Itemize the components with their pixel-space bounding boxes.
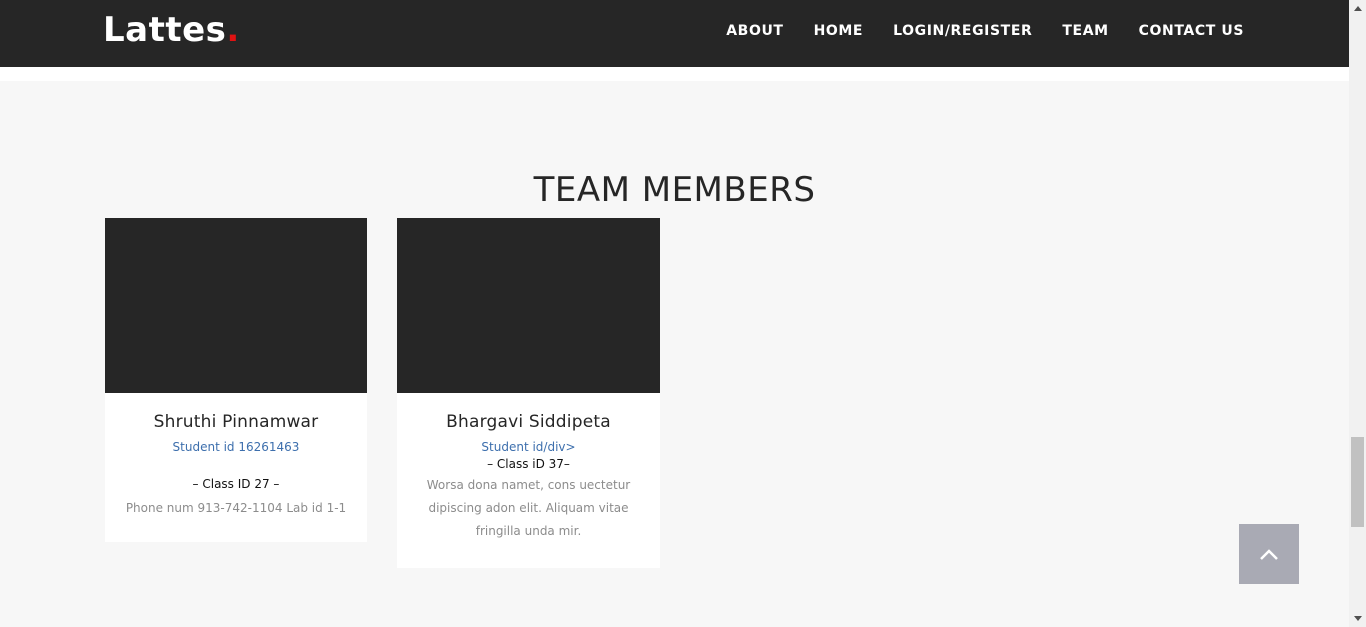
member-photo (397, 218, 660, 393)
scrollbar-thumb[interactable] (1351, 437, 1364, 527)
nav-home[interactable]: HOME (814, 23, 864, 39)
navbar: Lattes. ABOUT HOME LOGIN/REGISTER TEAM C… (0, 0, 1349, 67)
member-class-id: – Class iD 37– (487, 457, 570, 471)
member-student-id: Student id 16261463 (172, 440, 300, 454)
main-nav: ABOUT HOME LOGIN/REGISTER TEAM CONTACT U… (726, 0, 1244, 62)
member-description: Phone num 913-742-1104 Lab id 1-1 (125, 501, 347, 515)
brand-logo[interactable]: Lattes. (103, 8, 240, 52)
scroll-up-arrow-icon[interactable] (1349, 0, 1366, 17)
nav-contact-us[interactable]: CONTACT US (1139, 23, 1244, 39)
brand-name: Lattes (103, 10, 227, 50)
nav-login-register[interactable]: LOGIN/REGISTER (893, 23, 1032, 39)
chevron-up-icon (1260, 549, 1278, 560)
brand-dot: . (226, 10, 240, 50)
member-name: Bhargavi Siddipeta (446, 412, 611, 432)
nav-about[interactable]: ABOUT (726, 23, 783, 39)
member-student-id: Student id/div> (481, 440, 576, 454)
header-divider (0, 67, 1349, 81)
team-member-card: Shruthi Pinnamwar Student id 16261463 – … (105, 218, 367, 542)
member-name: Shruthi Pinnamwar (153, 412, 319, 432)
nav-team[interactable]: TEAM (1062, 23, 1108, 39)
team-member-card: Bhargavi Siddipeta Student id/div> – Cla… (397, 218, 660, 568)
member-class-id: – Class ID 27 – (192, 477, 280, 491)
scrollbar[interactable] (1349, 0, 1366, 627)
section-title: TEAM MEMBERS (533, 170, 816, 210)
back-to-top-button[interactable] (1239, 524, 1299, 584)
member-description: Worsa dona namet, cons uectetur dipiscin… (426, 478, 631, 538)
member-photo (105, 218, 367, 393)
scroll-down-arrow-icon[interactable] (1349, 610, 1366, 627)
